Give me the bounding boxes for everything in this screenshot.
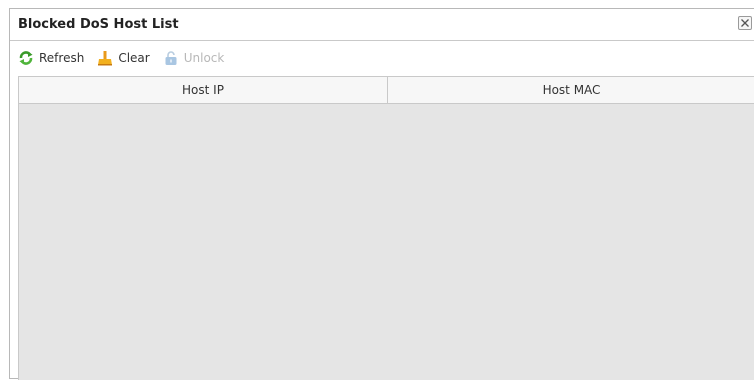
dialog-title: Blocked DoS Host List [18, 17, 179, 32]
clear-label: Clear [118, 51, 150, 65]
dialog-titlebar: Blocked DoS Host List [10, 9, 754, 41]
unlock-label: Unlock [183, 51, 225, 65]
column-header-host-mac[interactable]: Host MAC [388, 77, 754, 103]
table-body [19, 104, 754, 380]
blocked-dos-host-dialog: Blocked DoS Host List Refresh Clear Unlo… [9, 8, 754, 380]
refresh-icon [19, 51, 33, 65]
unlock-icon [165, 51, 177, 65]
toolbar: Refresh Clear Unlock [18, 47, 237, 69]
close-button[interactable] [738, 16, 752, 30]
unlock-button[interactable]: Unlock [163, 50, 225, 66]
host-table: Host IP Host MAC [18, 76, 754, 380]
table-header: Host IP Host MAC [19, 77, 754, 104]
column-header-host-ip[interactable]: Host IP [19, 77, 388, 103]
refresh-label: Refresh [39, 51, 85, 65]
clear-button[interactable]: Clear [97, 50, 150, 66]
close-icon [741, 19, 749, 27]
broom-icon [98, 51, 113, 66]
refresh-button[interactable]: Refresh [18, 50, 84, 66]
